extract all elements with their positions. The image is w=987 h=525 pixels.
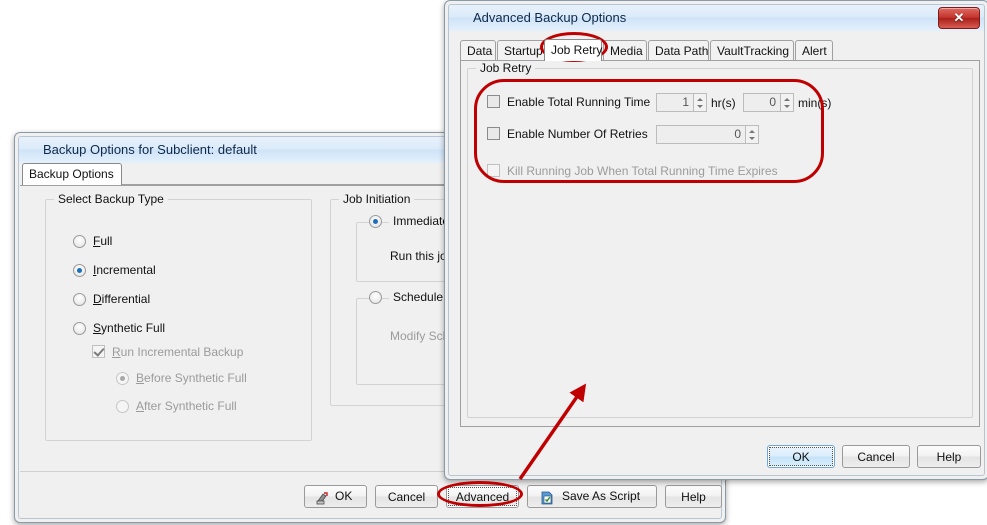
radio-schedule[interactable]	[369, 291, 382, 304]
radio-schedule-label: Schedule	[389, 290, 448, 304]
save-as-script-label: Save As Script	[562, 489, 641, 503]
backup-options-cancel-button[interactable]: Cancel	[375, 485, 438, 508]
tab-vaulttracking[interactable]: VaultTracking	[710, 40, 794, 60]
chevron-up-icon[interactable]	[784, 98, 790, 101]
tab-job-retry-label: Job Retry	[551, 43, 603, 57]
advanced-dialog-ok-button[interactable]: OK	[767, 445, 835, 468]
tab-data[interactable]: Data	[460, 40, 496, 60]
tab-job-retry[interactable]: Job Retry	[544, 39, 602, 61]
advanced-dialog-ok-label: OK	[792, 450, 810, 464]
radio-after-synthetic-full-label: After Synthetic Full	[136, 399, 237, 413]
tab-data-path-label: Data Path	[655, 44, 709, 58]
radio-immediate[interactable]	[369, 215, 382, 228]
chevron-up-icon[interactable]	[749, 130, 755, 133]
checkbox-run-incremental-backup-label: Run Incremental Backup	[112, 345, 244, 359]
job-retry-group-title: Job Retry	[476, 61, 536, 75]
radio-differential-label: Differential	[93, 292, 151, 306]
tab-media[interactable]: Media	[603, 40, 647, 60]
radio-before-synthetic-full-label: Before Synthetic Full	[136, 371, 247, 385]
number-of-retries-input[interactable]: 0	[656, 125, 746, 144]
tab-alert-label: Alert	[802, 44, 827, 58]
tab-backup-options[interactable]: Backup Options	[22, 163, 122, 185]
tab-vaulttracking-label: VaultTracking	[717, 44, 790, 58]
backup-options-title: Backup Options for Subclient: default	[43, 142, 257, 157]
advanced-button-label: Advanced	[455, 490, 510, 504]
tab-startup-label: Startup	[504, 44, 543, 58]
number-of-retries-value: 0	[734, 127, 741, 141]
backup-options-help-label: Help	[681, 490, 706, 504]
backup-options-cancel-label: Cancel	[387, 490, 426, 504]
minutes-unit-label: min(s)	[798, 96, 832, 110]
radio-synthetic-full-label: Synthetic Full	[93, 321, 166, 335]
total-running-time-hours-stepper[interactable]	[694, 93, 707, 112]
tab-data-path[interactable]: Data Path	[648, 40, 709, 60]
checkbox-enable-total-running-time-label: Enable Total Running Time	[507, 95, 651, 109]
backup-options-help-button[interactable]: Help	[665, 485, 722, 508]
radio-full-label: Full	[93, 234, 113, 248]
chevron-down-icon[interactable]	[749, 137, 755, 140]
hours-unit-label: hr(s)	[711, 96, 736, 110]
select-backup-type-group: Select Backup Type Full Incremental Diff…	[45, 192, 312, 441]
tab-data-label: Data	[467, 44, 493, 58]
advanced-dialog-cancel-button[interactable]: Cancel	[842, 445, 910, 468]
tab-alert[interactable]: Alert	[795, 40, 833, 60]
advanced-backup-options-dialog[interactable]: Advanced Backup Options ✕ Data Startup J…	[444, 0, 987, 480]
save-as-script-button[interactable]: Save As Script	[527, 485, 657, 508]
number-of-retries-stepper[interactable]	[746, 125, 759, 144]
ok-stamp-icon	[315, 490, 329, 505]
total-running-time-hours-input[interactable]: 1	[656, 93, 694, 112]
advanced-dialog-tabstrip[interactable]: Data Startup Job Retry Media Data Path V…	[460, 39, 980, 62]
radio-synthetic-full[interactable]	[73, 322, 86, 335]
checkbox-enable-total-running-time[interactable]	[487, 95, 500, 108]
close-icon[interactable]: ✕	[938, 7, 980, 29]
advanced-dialog-cancel-label: Cancel	[857, 450, 895, 464]
checkbox-enable-number-of-retries-label: Enable Number Of Retries	[507, 127, 648, 141]
checkbox-enable-number-of-retries[interactable]	[487, 127, 500, 140]
radio-incremental-label: Incremental	[93, 263, 156, 277]
advanced-dialog-body: Advanced Backup Options ✕ Data Startup J…	[448, 4, 985, 476]
advanced-dialog-help-label: Help	[936, 450, 962, 464]
job-retry-group: Job Retry Enable Total Running Time 1 hr…	[467, 61, 973, 418]
chevron-down-icon[interactable]	[697, 105, 703, 108]
checkbox-kill-running-job-label: Kill Running Job When Total Running Time…	[507, 164, 778, 178]
script-icon	[540, 490, 554, 505]
radio-before-synthetic-full[interactable]	[116, 372, 129, 385]
tab-backup-options-label: Backup Options	[29, 167, 114, 181]
close-glyph: ✕	[953, 10, 965, 25]
chevron-down-icon[interactable]	[784, 105, 790, 108]
backup-options-ok-button[interactable]: OK	[304, 485, 367, 508]
total-running-time-minutes-input[interactable]: 0	[743, 93, 781, 112]
radio-after-synthetic-full[interactable]	[116, 400, 129, 413]
advanced-dialog-title: Advanced Backup Options	[473, 10, 627, 25]
tab-startup[interactable]: Startup	[497, 40, 549, 60]
advanced-button[interactable]: Advanced	[446, 485, 519, 508]
radio-differential[interactable]	[73, 293, 86, 306]
tab-media-label: Media	[610, 44, 643, 58]
select-backup-type-title: Select Backup Type	[54, 192, 168, 206]
checkbox-kill-running-job[interactable]	[487, 164, 500, 177]
advanced-dialog-titlebar[interactable]: Advanced Backup Options ✕	[449, 5, 984, 31]
advanced-dialog-help-button[interactable]: Help	[917, 445, 981, 468]
job-initiation-title: Job Initiation	[339, 192, 415, 206]
total-running-time-minutes-stepper[interactable]	[781, 93, 794, 112]
total-running-time-hours-value: 1	[682, 95, 689, 109]
radio-full[interactable]	[73, 235, 86, 248]
radio-incremental[interactable]	[73, 264, 86, 277]
checkbox-run-incremental-backup[interactable]	[92, 345, 105, 358]
total-running-time-minutes-value: 0	[769, 95, 776, 109]
backup-options-ok-label: OK	[335, 489, 353, 503]
chevron-up-icon[interactable]	[697, 98, 703, 101]
